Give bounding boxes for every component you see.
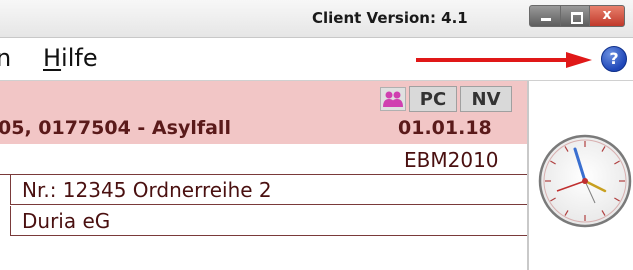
billing-scheme: EBM2010 — [404, 148, 499, 172]
window-controls: x — [529, 5, 625, 27]
insurance-number-text: Nr.: 12345 Ordnerreihe 2 — [22, 178, 272, 202]
nv-badge[interactable]: NV — [460, 86, 512, 112]
maximize-button[interactable] — [560, 5, 590, 27]
menu-item-hilfe[interactable]: Hilfe — [43, 44, 98, 72]
minimize-button[interactable] — [529, 5, 561, 27]
help-icon[interactable]: ? — [601, 46, 627, 72]
patient-title: 05, 0177504 - Asylfall — [0, 117, 231, 139]
patient-date: 01.01.18 — [398, 117, 492, 139]
client-version-label: Client Version: 4.1 — [312, 9, 468, 27]
menu-accelerator: H — [43, 44, 62, 72]
insurer-text: Duria eG — [22, 209, 111, 233]
clock-icon — [538, 134, 632, 228]
menu-bar: n Hilfe ? — [0, 38, 633, 81]
close-icon: x — [602, 7, 612, 23]
annotation-arrow-icon — [416, 52, 592, 68]
title-bar: Client Version: 4.1 x — [0, 0, 633, 38]
menu-item-hilfe-label: ilfe — [61, 44, 98, 72]
close-button[interactable]: x — [589, 5, 625, 27]
pc-badge[interactable]: PC — [409, 86, 457, 112]
people-group-icon[interactable] — [380, 87, 406, 111]
panel-divider — [527, 81, 529, 270]
menu-item-truncated[interactable]: n — [0, 44, 11, 72]
